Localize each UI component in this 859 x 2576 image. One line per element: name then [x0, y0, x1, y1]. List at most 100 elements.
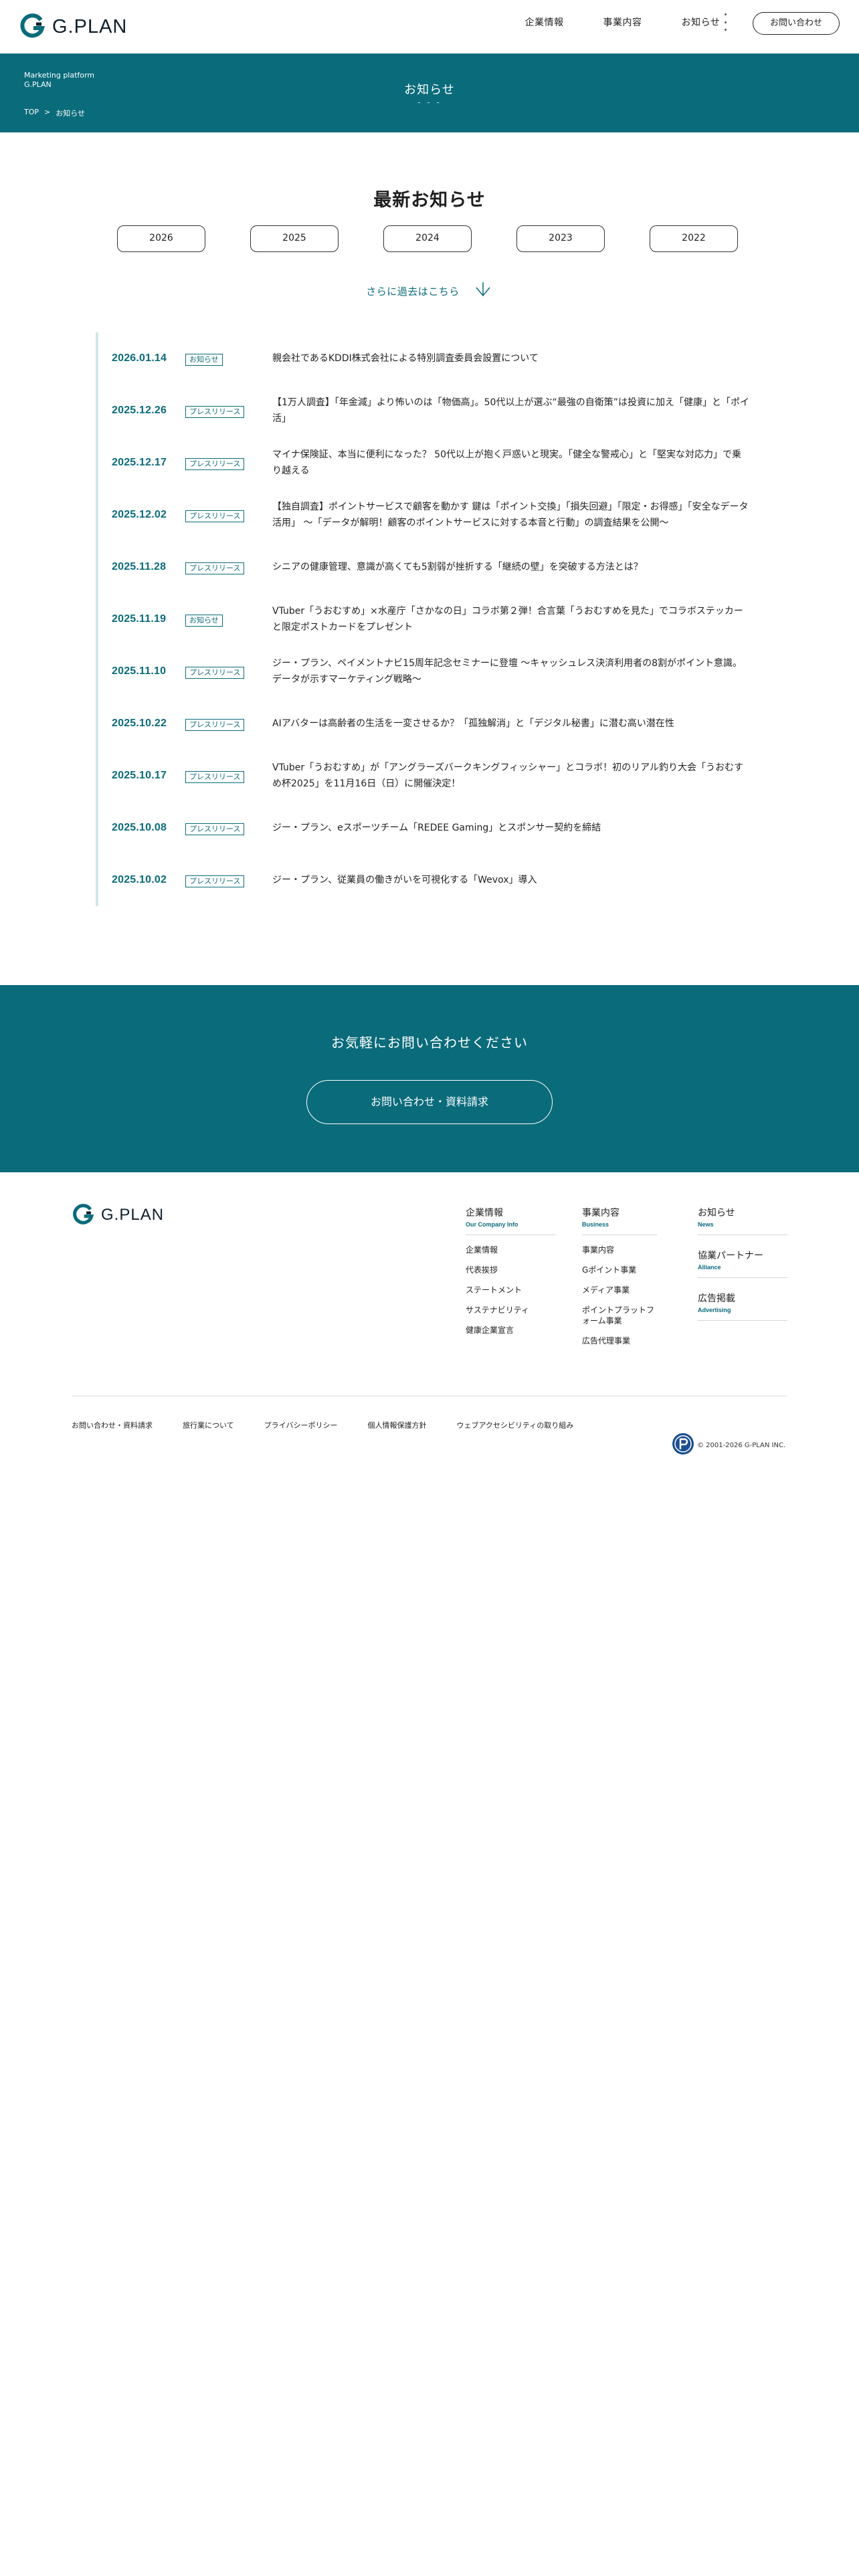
- footer-group-heading[interactable]: 広告掲載: [698, 1291, 787, 1305]
- news-title: シニアの健康管理、意識が高くても5割弱が挫折する「継続の壁」を突破する方法とは？: [272, 562, 643, 572]
- nav-business[interactable]: 事業内容: [583, 16, 662, 29]
- news-category-badge: プレスリリース: [185, 562, 245, 574]
- footer-link-group: 協業パートナー Alliance: [698, 1249, 787, 1278]
- year-tab-2024[interactable]: 2024: [383, 225, 472, 252]
- news-category-badge: プレスリリース: [185, 457, 245, 470]
- footer-group-heading[interactable]: お知らせ: [698, 1206, 787, 1219]
- news-title: 【独自調査】ポイントサービスで顧客を動かす 鍵は「ポイント交換」「損失回避」「限…: [272, 502, 749, 528]
- year-tab-2026[interactable]: 2026: [117, 225, 205, 252]
- footer-bottom-link[interactable]: 個人情報保護方針: [367, 1420, 426, 1430]
- news-date: 2025.11.28: [112, 561, 167, 572]
- footer-link[interactable]: Gポイント事業: [582, 1265, 657, 1275]
- breadcrumb-home[interactable]: TOP: [24, 108, 39, 118]
- footer-group-divider: [698, 1320, 787, 1321]
- nav-news[interactable]: お知らせ: [662, 16, 740, 29]
- past-news-link-label: さらに過去はこちら: [366, 285, 460, 298]
- news-item[interactable]: 2025.10.22 プレスリリース AIアバターは高齢者の生活を一変させるか？「孤…: [96, 697, 763, 750]
- g-plan-logo-icon: [20, 13, 45, 38]
- news-date: 2025.12.17: [112, 457, 167, 468]
- news-item[interactable]: 2025.12.02 プレスリリース 【独自調査】ポイントサービスで顧客を動かす 鍵…: [96, 489, 763, 541]
- news-category-cell: プレスリリース: [185, 404, 272, 418]
- footer-link[interactable]: 企業情報: [466, 1245, 555, 1255]
- privacy-mark-icon: [672, 1433, 694, 1455]
- news-category-badge: プレスリリース: [185, 770, 245, 783]
- news-item[interactable]: 2025.10.17 プレスリリース VTuber「うおむすめ」が「アングラーズバー…: [96, 750, 763, 802]
- more-menu-icon[interactable]: [723, 13, 727, 31]
- news-category-badge: プレスリリース: [185, 666, 245, 679]
- footer-group-subheading: Business: [582, 1221, 609, 1228]
- footer-link[interactable]: ポイントプラットフォーム事業: [582, 1305, 657, 1326]
- footer-bottom-link[interactable]: プライバシーポリシー: [264, 1420, 338, 1430]
- footer-group-heading[interactable]: 事業内容: [582, 1206, 657, 1219]
- footer-bottom-link[interactable]: ウェブアクセシビリティの取り組み: [456, 1420, 573, 1430]
- footer-link[interactable]: 代表挨拶: [466, 1265, 555, 1275]
- news-category-cell: プレスリリース: [185, 821, 272, 835]
- footer-link[interactable]: 健康企業宣言: [466, 1325, 555, 1335]
- page-hero: Marketing platform G.PLAN お知らせ - - - TOP…: [0, 53, 859, 132]
- nav-company[interactable]: 企業情報: [505, 16, 583, 29]
- footer-link-group: お知らせ News: [698, 1206, 787, 1235]
- footer-logo-text: G.PLAN: [101, 1206, 165, 1224]
- news-category-badge: プレスリリース: [185, 823, 245, 835]
- news-item[interactable]: 2025.10.02 プレスリリース ジー・プラン、従業員の働きがいを可視化する「W…: [96, 854, 763, 906]
- footer-column-news: お知らせ News 協業パートナー Alliance 広告掲載 Advertising: [698, 1206, 787, 1334]
- footer-logo[interactable]: G.PLAN: [72, 1204, 164, 1226]
- news-item[interactable]: 2025.12.26 プレスリリース 【1万人調査】「年金減」より怖いのは「物価高」…: [96, 385, 763, 437]
- contact-request-button[interactable]: お問い合わせ・資料請求: [306, 1080, 553, 1124]
- year-tabs: 2026 2025 2024 2023 2022: [117, 225, 738, 252]
- global-nav: 企業情報 事業内容 お知らせ: [505, 16, 740, 29]
- site-header: G.PLAN 企業情報 事業内容 お知らせ お問い合わせ: [0, 0, 859, 53]
- news-date: 2026.01.14: [112, 352, 167, 364]
- news-section-title: 最新お知らせ: [373, 190, 486, 211]
- news-category-cell: プレスリリース: [185, 717, 272, 731]
- footer-bottom-links: お問い合わせ・資料請求 旅行業について プライバシーポリシー 個人情報保護方針 ウェブア…: [72, 1420, 603, 1430]
- news-category-cell: プレスリリース: [185, 769, 272, 783]
- news-date: 2025.10.02: [112, 874, 167, 885]
- past-news-link[interactable]: さらに過去はこちら: [0, 281, 859, 301]
- news-date: 2025.10.17: [112, 770, 167, 781]
- contact-title: お気軽にお問い合わせください: [331, 1035, 528, 1051]
- footer-link-group: 広告掲載 Advertising: [698, 1291, 787, 1321]
- news-date: 2025.10.22: [112, 718, 167, 729]
- news-item[interactable]: 2025.10.08 プレスリリース ジー・プラン、eスポーツチーム「REDEE G…: [96, 802, 763, 854]
- footer-bottom-link[interactable]: 旅行業について: [183, 1420, 234, 1430]
- footer-bottom-link[interactable]: お問い合わせ・資料請求: [72, 1420, 153, 1430]
- footer-link[interactable]: メディア事業: [582, 1285, 657, 1295]
- footer-link[interactable]: サステナビリティ: [466, 1305, 555, 1315]
- news-item[interactable]: 2025.12.17 プレスリリース マイナ保険証、本当に便利になった？ 50代以上…: [96, 437, 763, 489]
- news-item[interactable]: 2025.11.10 プレスリリース ジー・プラン、ペイメントナビ15周年記念セミナ…: [96, 645, 763, 697]
- year-tab-2023[interactable]: 2023: [516, 225, 605, 252]
- year-tab-2022[interactable]: 2022: [650, 225, 738, 252]
- news-item[interactable]: 2025.11.19 お知らせ VTuber「うおむすめ」×水産庁「さかなの日」コラ…: [96, 593, 763, 645]
- news-category-badge: お知らせ: [185, 353, 223, 366]
- news-item[interactable]: 2025.11.28 プレスリリース シニアの健康管理、意識が高くても5割弱が挫折す…: [96, 541, 763, 593]
- year-tab-2025[interactable]: 2025: [250, 225, 339, 252]
- site-logo[interactable]: G.PLAN: [19, 13, 127, 40]
- footer-group-subheading: News: [698, 1221, 714, 1228]
- page-title: お知らせ: [404, 83, 455, 97]
- news-category-badge: プレスリリース: [185, 875, 245, 887]
- news-category-cell: プレスリリース: [185, 560, 272, 574]
- footer-link[interactable]: 事業内容: [582, 1245, 657, 1255]
- arrow-down-icon: [476, 282, 490, 297]
- news-date: 2025.11.19: [112, 613, 167, 625]
- news-title: ジー・プラン、ペイメントナビ15周年記念セミナーに登壇 〜キャッシュレス決済利用…: [272, 658, 743, 685]
- footer-link[interactable]: 広告代理事業: [582, 1335, 657, 1346]
- footer-link-group: 企業情報 Our Company Info 企業情報代表挨拶ステートメント サステナビ…: [466, 1206, 555, 1335]
- footer-group-heading[interactable]: 企業情報: [466, 1206, 555, 1219]
- news-title: マイナ保険証、本当に便利になった？ 50代以上が抱く戸惑いと現実。「健全な警戒心…: [272, 449, 741, 476]
- news-category-cell: プレスリリース: [185, 508, 272, 522]
- news-item[interactable]: 2026.01.14 お知らせ 親会社であるKDDI株式会社による特別調査委員会設置…: [96, 332, 763, 385]
- g-plan-logo-icon: [73, 1204, 94, 1224]
- footer-group-subheading: Alliance: [698, 1264, 721, 1271]
- news-date: 2025.11.10: [112, 665, 167, 677]
- footer-group-subheading: Our Company Info: [466, 1221, 518, 1228]
- news-category-badge: お知らせ: [185, 614, 223, 627]
- news-category-badge: プレスリリース: [185, 405, 245, 418]
- breadcrumb-current: お知らせ: [56, 109, 86, 118]
- footer-group-subheading: Advertising: [698, 1307, 731, 1313]
- footer-group-heading[interactable]: 協業パートナー: [698, 1249, 787, 1262]
- header-contact-button[interactable]: お問い合わせ: [753, 12, 840, 35]
- footer-link[interactable]: ステートメント: [466, 1285, 555, 1295]
- news-category-cell: お知らせ: [185, 352, 272, 366]
